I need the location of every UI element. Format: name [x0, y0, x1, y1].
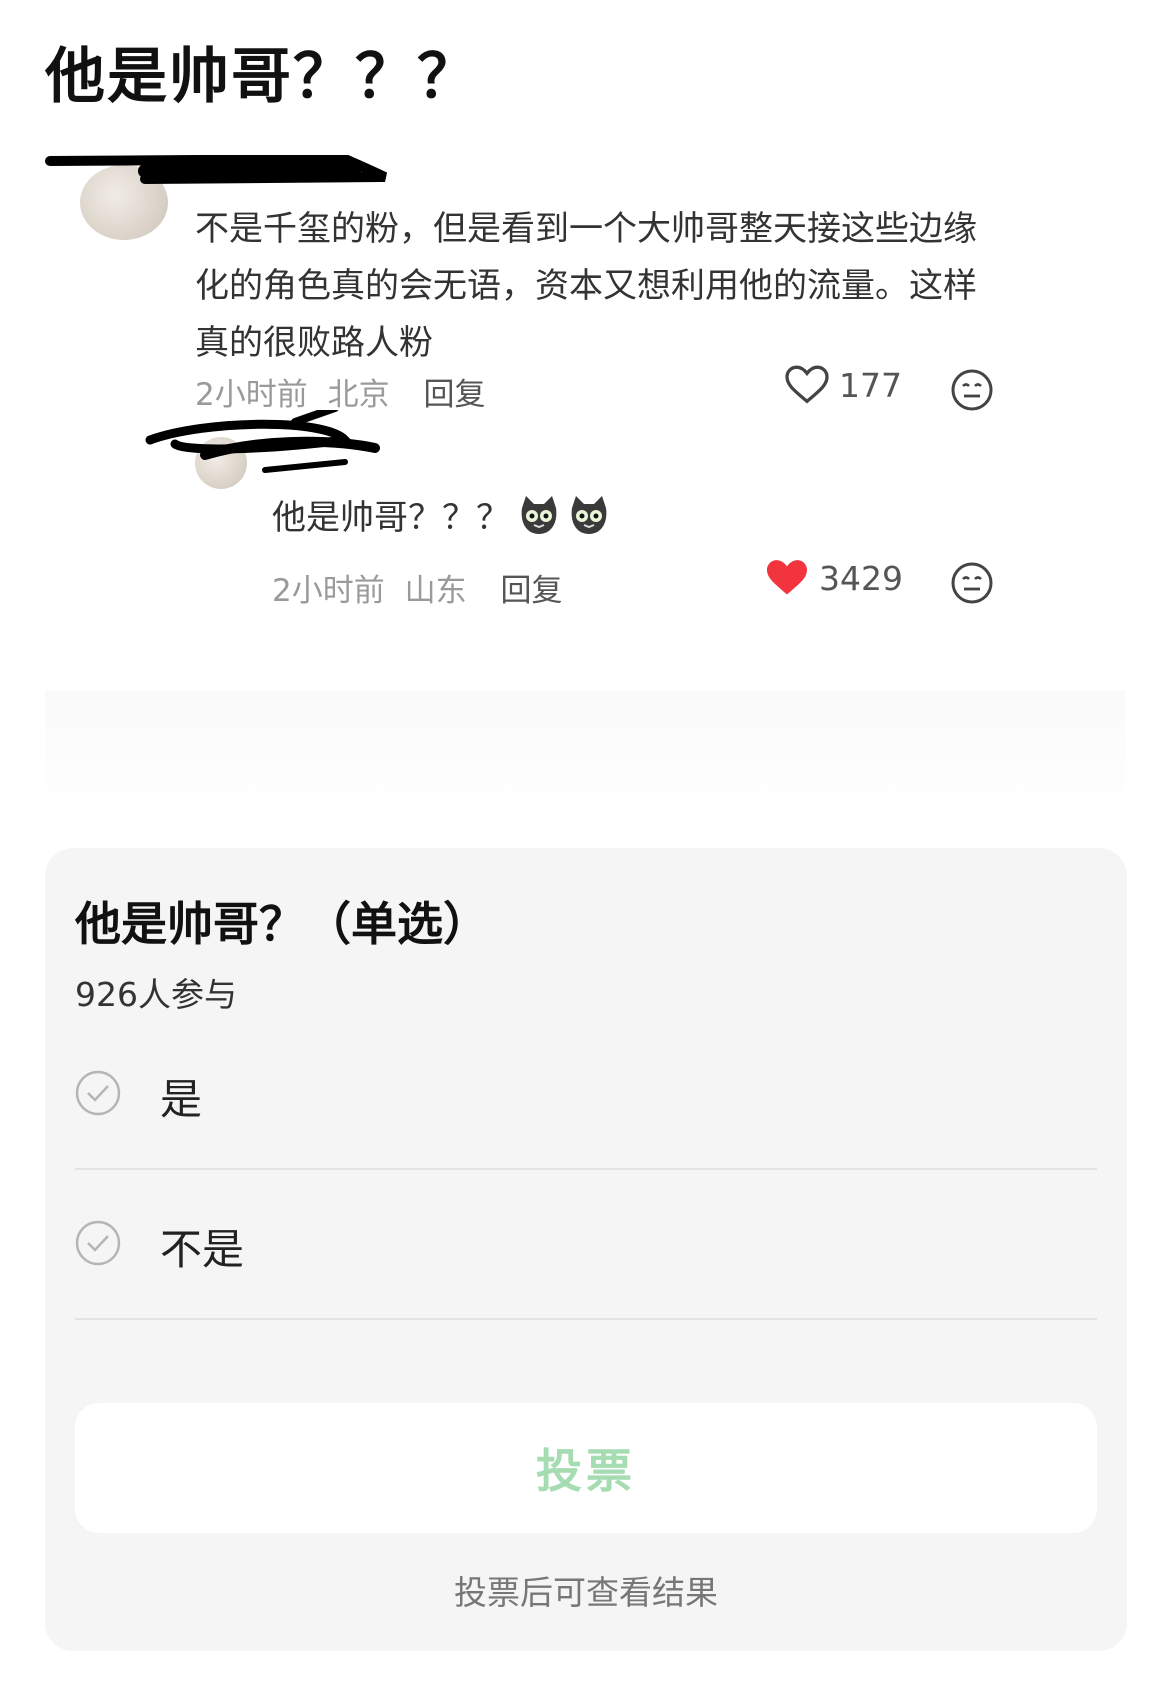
- vote-button[interactable]: 投票: [75, 1403, 1097, 1533]
- reply-like-count: 3429: [819, 558, 903, 598]
- comment-location: 北京: [327, 377, 390, 413]
- emoji-reaction-icon[interactable]: [950, 561, 994, 605]
- comment-meta: 2小时前 北京 回复: [195, 369, 485, 414]
- reply-redaction-mark: [145, 410, 380, 473]
- reply-like-button[interactable]: 3429: [765, 558, 903, 598]
- reply-location: 山东: [404, 573, 467, 609]
- cat-face-icon: [521, 495, 557, 534]
- cat-face-icon: [571, 495, 607, 534]
- heart-filled-icon: [767, 560, 807, 595]
- poll-card: 他是帅哥？（单选） 926人参与 是 不是 投票 投票后可查看结果: [45, 848, 1127, 1651]
- reply-reply-button[interactable]: 回复: [500, 573, 562, 609]
- blurred-background: [45, 690, 1125, 830]
- check-circle-icon: [75, 1070, 121, 1116]
- vote-hint: 投票后可查看结果: [454, 1573, 718, 1612]
- comment-card: 不是千玺的粉，但是看到一个大帅哥整天接这些边缘化的角色真的会无语，资本又想利用他…: [45, 155, 1125, 685]
- post-title: 他是帅哥？？？: [45, 42, 479, 112]
- reply-text-body: 他是帅哥？？？: [272, 498, 510, 538]
- reply-button[interactable]: 回复: [423, 377, 485, 413]
- reply-time: 2小时前: [272, 573, 385, 609]
- poll-option-yes[interactable]: 是: [75, 1018, 1097, 1170]
- poll-option-label: 不是: [160, 1225, 245, 1274]
- check-circle-icon: [75, 1220, 121, 1266]
- heart-outline-icon: [785, 365, 829, 404]
- comment-text: 不是千玺的粉，但是看到一个大帅哥整天接这些边缘化的角色真的会无语，资本又想利用他…: [195, 209, 977, 363]
- reply-meta: 2小时前 山东 回复: [272, 565, 562, 610]
- like-button[interactable]: 177: [785, 365, 902, 405]
- poll-option-no[interactable]: 不是: [75, 1168, 1097, 1320]
- comment-time: 2小时前: [195, 377, 308, 413]
- poll-option-label: 是: [160, 1075, 203, 1124]
- poll-participants: 926人参与: [75, 975, 237, 1014]
- emoji-reaction-icon[interactable]: [950, 368, 994, 412]
- redaction-mark: [45, 155, 388, 184]
- reply-text: 他是帅哥？？？: [272, 490, 610, 539]
- like-count: 177: [839, 365, 902, 405]
- poll-title: 他是帅哥？（单选）: [75, 897, 489, 951]
- watermark: [440, 1660, 740, 1700]
